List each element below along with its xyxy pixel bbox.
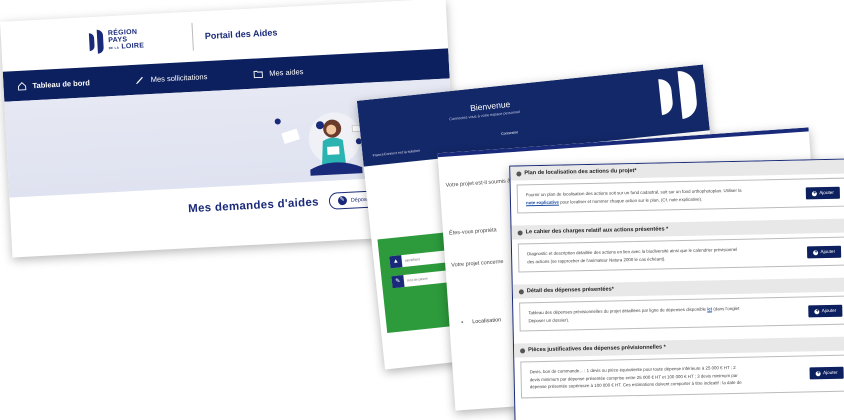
key-icon: ✎ xyxy=(391,275,405,289)
plus-icon: + xyxy=(812,189,818,196)
logo-small: DE LA xyxy=(108,45,120,51)
section-title: Détail des dépenses présentées* xyxy=(526,286,614,295)
document-row: Tableau des dépenses prévisionnelles du … xyxy=(519,295,844,332)
connexion-label: Connexion xyxy=(500,130,519,137)
add-label: Ajouter xyxy=(821,307,837,313)
section-title: Le cahier des charges relatif aux action… xyxy=(525,226,669,236)
logo-mark-icon xyxy=(88,29,104,54)
nav-label: Mes aides xyxy=(268,66,304,78)
region-logo[interactable]: RÉGION PAYS DE LA LOIRE xyxy=(88,27,145,54)
document-row: Devis, bon de commande... : 1 devis ou p… xyxy=(520,354,844,398)
home-icon xyxy=(17,81,27,91)
plus-icon: + xyxy=(816,370,822,377)
add-specification-button[interactable]: + Ajouter xyxy=(807,245,842,258)
section-title: Plan de localisation des actions du proj… xyxy=(524,167,637,177)
add-label: Ajouter xyxy=(819,189,834,195)
question-1: Votre projet est-il soumis à xyxy=(445,178,511,189)
section-description: Fournir un plan de localisation des acti… xyxy=(526,187,742,207)
pen-icon xyxy=(136,76,144,84)
welcome-subtitle: Connectez-vous à votre espace personnel xyxy=(449,109,521,122)
portal-title: Portail des Aides xyxy=(204,27,278,42)
plus-icon: + xyxy=(813,248,819,255)
bullet-icon xyxy=(520,347,526,353)
page-title: Mes demandes d'aides xyxy=(187,195,320,215)
desc-text: Devis, bon de commande... : 1 devis ou p… xyxy=(529,364,742,390)
franceconnect-text: FranceConnect est la solution xyxy=(372,148,421,158)
section-description: Diagnostic et description détaillée des … xyxy=(527,246,743,266)
add-supporting-docs-button[interactable]: + Ajouter xyxy=(809,366,844,380)
section-description: Devis, bon de commande... : 1 devis ou p… xyxy=(529,364,745,391)
localisation-item[interactable]: Localisation xyxy=(461,317,501,326)
nav-label: Mes sollicitations xyxy=(150,71,208,84)
pen-icon: ✎ xyxy=(337,195,348,206)
logo-mark-icon xyxy=(658,69,699,122)
user-icon: ▲ xyxy=(389,255,403,269)
desc-text: Tableau des dépenses prévisionnelles du … xyxy=(528,306,708,316)
bullet-icon xyxy=(518,288,524,294)
password-placeholder: mot de passe xyxy=(406,276,429,283)
plus-icon: + xyxy=(814,307,820,314)
document-row: Fournir un plan de localisation des acti… xyxy=(516,177,844,214)
nav-item-mes-sollicitations[interactable]: Mes sollicitations xyxy=(135,61,208,95)
nav-item-mes-aides[interactable]: Mes aides xyxy=(252,56,304,89)
section-description: Tableau des dépenses prévisionnelles du … xyxy=(528,305,744,325)
logo-line-3-wrap: DE LA LOIRE xyxy=(108,42,145,52)
bullet-icon xyxy=(516,170,522,177)
folder-icon xyxy=(253,70,263,78)
add-plan-button[interactable]: + Ajouter xyxy=(806,186,840,199)
nav-item-tableau-de-bord[interactable]: Tableau de bord xyxy=(17,67,91,101)
nav-label: Tableau de bord xyxy=(32,77,91,90)
document-row: Diagnostic et description détaillée des … xyxy=(517,236,844,273)
explanatory-note-link[interactable]: note explicative xyxy=(526,199,559,205)
header-divider xyxy=(191,22,194,51)
logo-line-3: LOIRE xyxy=(121,42,145,51)
desc-text: pour localiser et nommer chaque action s… xyxy=(558,196,703,205)
add-label: Ajouter xyxy=(820,248,836,254)
question-3: Votre projet concerne xyxy=(451,258,504,269)
desc-text: Diagnostic et description détaillée des … xyxy=(527,246,738,264)
add-label: Ajouter xyxy=(823,370,838,376)
username-placeholder: identifiant xyxy=(404,257,420,263)
desc-text: Fournir un plan de localisation des acti… xyxy=(525,187,742,198)
section-title: Pièces justificatives des dépenses prévi… xyxy=(528,344,666,354)
question-2: Êtes-vous propriéta xyxy=(448,227,497,237)
bullet-icon xyxy=(517,229,523,235)
add-expenses-button[interactable]: + Ajouter xyxy=(808,304,843,317)
documents-screenshot: Plan de localisation des actions du proj… xyxy=(509,158,844,420)
